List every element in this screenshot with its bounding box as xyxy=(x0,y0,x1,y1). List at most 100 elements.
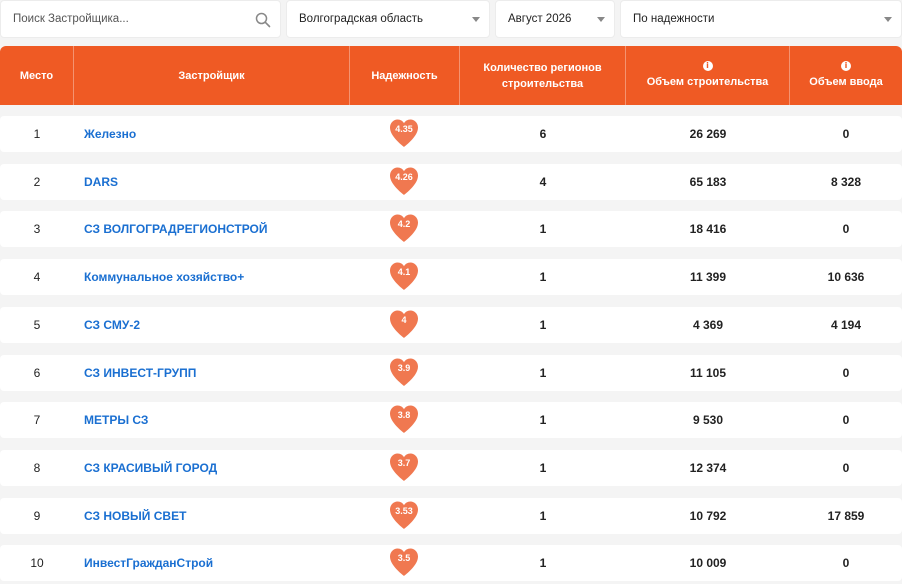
developer-link[interactable]: СЗ ИНВЕСТ-ГРУПП xyxy=(84,355,344,391)
heart-icon: 4 xyxy=(388,309,420,339)
table-row: 4 Коммунальное хозяйство+ 4.1 1 11 399 1… xyxy=(0,259,902,295)
construction-volume: 65 183 xyxy=(689,175,727,189)
search-icon[interactable] xyxy=(255,12,271,28)
column-header-volume-label: Объем строительства xyxy=(646,76,769,88)
reliability-cell: 3.9 xyxy=(350,355,460,391)
chevron-down-icon xyxy=(597,17,605,22)
sort-select[interactable]: По надежности xyxy=(620,0,902,38)
month-select-value: Август 2026 xyxy=(508,13,572,25)
regions-count: 1 xyxy=(539,461,547,475)
column-header-volume[interactable]: i Объем строительства xyxy=(626,46,790,105)
regions-count: 1 xyxy=(539,318,547,332)
reliability-cell: 4.1 xyxy=(350,259,460,295)
developer-link[interactable]: СЗ ВОЛГОГРАДРЕГИОНСТРОЙ xyxy=(84,211,344,247)
column-header-place-label: Место xyxy=(19,69,54,82)
place-cell: 2 xyxy=(33,175,41,189)
place-cell: 8 xyxy=(33,461,41,475)
info-icon[interactable]: i xyxy=(702,61,713,71)
heart-icon: 3.7 xyxy=(388,452,420,482)
month-select[interactable]: Август 2026 xyxy=(495,0,615,38)
developer-link[interactable]: Коммунальное хозяйство+ xyxy=(84,259,344,295)
place-cell: 10 xyxy=(30,556,44,570)
reliability-score: 4.26 xyxy=(395,172,413,182)
column-header-reliability[interactable]: Надежность xyxy=(350,46,460,105)
table-row: 9 СЗ НОВЫЙ СВЕТ 3.53 1 10 792 17 859 xyxy=(0,498,902,534)
table-row: 6 СЗ ИНВЕСТ-ГРУПП 3.9 1 11 105 0 xyxy=(0,355,902,391)
reliability-score: 3.7 xyxy=(397,458,411,468)
place-cell: 4 xyxy=(33,270,41,284)
construction-volume: 11 399 xyxy=(689,270,727,284)
place-cell: 6 xyxy=(33,366,41,380)
heart-icon: 3.8 xyxy=(388,404,420,434)
commissioning-volume: 0 xyxy=(842,222,850,236)
table-row: 7 МЕТРЫ СЗ 3.8 1 9 530 0 xyxy=(0,402,902,438)
filter-bar: Волгоградская область Август 2026 По над… xyxy=(0,0,902,40)
reliability-cell: 3.5 xyxy=(350,545,460,581)
search-box[interactable] xyxy=(0,0,281,38)
region-select-value: Волгоградская область xyxy=(299,13,423,25)
regions-count: 1 xyxy=(539,413,547,427)
reliability-score: 4 xyxy=(401,315,407,325)
reliability-cell: 3.53 xyxy=(350,498,460,534)
developer-link[interactable]: ИнвестГражданСтрой xyxy=(84,545,344,581)
regions-count: 1 xyxy=(539,509,547,523)
commissioning-volume: 4 194 xyxy=(830,318,862,332)
column-header-place[interactable]: Место xyxy=(0,46,74,105)
reliability-cell: 3.7 xyxy=(350,450,460,486)
heart-icon: 4.2 xyxy=(388,213,420,243)
region-select[interactable]: Волгоградская область xyxy=(286,0,490,38)
place-cell: 7 xyxy=(33,413,41,427)
reliability-score: 3.8 xyxy=(397,410,411,420)
commissioning-volume: 0 xyxy=(842,413,850,427)
reliability-cell: 3.8 xyxy=(350,402,460,438)
column-header-developer-label: Застройщик xyxy=(178,69,245,82)
commissioning-volume: 0 xyxy=(842,556,850,570)
place-cell: 5 xyxy=(33,318,41,332)
construction-volume: 10 009 xyxy=(689,556,727,570)
column-header-reliability-label: Надежность xyxy=(371,69,438,82)
developer-link[interactable]: СЗ СМУ-2 xyxy=(84,307,344,343)
reliability-score: 3.9 xyxy=(397,363,411,373)
regions-count: 1 xyxy=(539,556,547,570)
reliability-cell: 4.26 xyxy=(350,164,460,200)
developer-link[interactable]: DARS xyxy=(84,164,344,200)
construction-volume: 9 530 xyxy=(692,413,724,427)
column-header-developer[interactable]: Застройщик xyxy=(74,46,350,105)
chevron-down-icon xyxy=(472,17,480,22)
table-row: 5 СЗ СМУ-2 4 1 4 369 4 194 xyxy=(0,307,902,343)
commissioning-volume: 0 xyxy=(842,127,850,141)
heart-icon: 3.53 xyxy=(388,500,420,530)
column-header-regions[interactable]: Количество регионов строительства xyxy=(460,46,626,105)
developer-link[interactable]: Железно xyxy=(84,116,344,152)
heart-icon: 4.35 xyxy=(388,118,420,148)
heart-icon: 4.1 xyxy=(388,261,420,291)
commissioning-volume: 0 xyxy=(842,461,850,475)
column-header-regions-label: Количество регионов строительства xyxy=(483,61,602,90)
developer-link[interactable]: СЗ КРАСИВЫЙ ГОРОД xyxy=(84,450,344,486)
commissioning-volume: 10 636 xyxy=(827,270,865,284)
table-row: 3 СЗ ВОЛГОГРАДРЕГИОНСТРОЙ 4.2 1 18 416 0 xyxy=(0,211,902,247)
search-input[interactable] xyxy=(13,13,248,25)
info-icon[interactable]: i xyxy=(841,61,851,71)
regions-count: 1 xyxy=(539,222,547,236)
place-cell: 1 xyxy=(33,127,41,141)
reliability-cell: 4.2 xyxy=(350,211,460,247)
table-row: 10 ИнвестГражданСтрой 3.5 1 10 009 0 xyxy=(0,545,902,581)
construction-volume: 18 416 xyxy=(689,222,727,236)
heart-icon: 3.9 xyxy=(388,357,420,387)
column-header-commissioning[interactable]: i Объем ввода xyxy=(790,46,902,105)
developer-link[interactable]: МЕТРЫ СЗ xyxy=(84,402,344,438)
regions-count: 1 xyxy=(539,366,547,380)
developer-link[interactable]: СЗ НОВЫЙ СВЕТ xyxy=(84,498,344,534)
sort-select-value: По надежности xyxy=(633,13,715,25)
table-row: 8 СЗ КРАСИВЫЙ ГОРОД 3.7 1 12 374 0 xyxy=(0,450,902,486)
reliability-cell: 4 xyxy=(350,307,460,343)
place-cell: 9 xyxy=(33,509,41,523)
regions-count: 6 xyxy=(539,127,547,141)
reliability-score: 3.5 xyxy=(397,553,411,563)
heart-icon: 4.26 xyxy=(388,166,420,196)
commissioning-volume: 8 328 xyxy=(830,175,862,189)
reliability-score: 4.1 xyxy=(397,267,411,277)
table-header: Место Застройщик Надежность Количество р… xyxy=(0,46,902,105)
regions-count: 1 xyxy=(539,270,547,284)
